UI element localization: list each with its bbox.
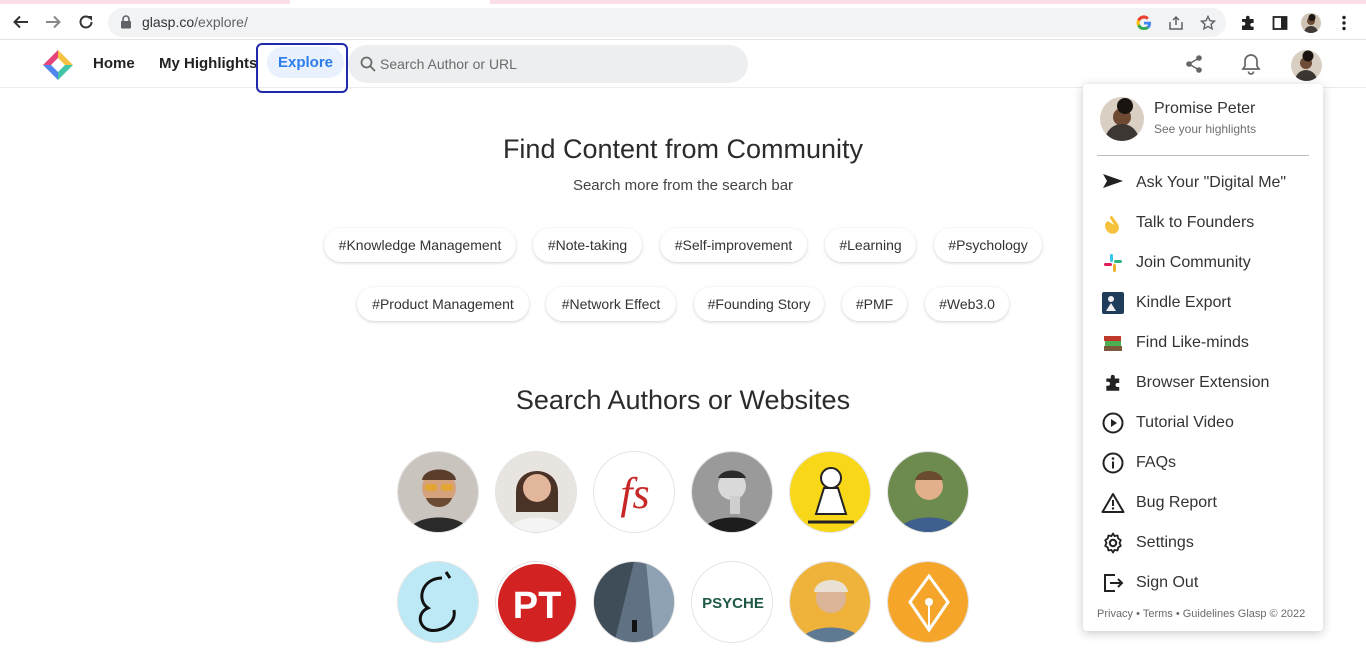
profile-avatar[interactable]	[1100, 97, 1144, 141]
tag-chip[interactable]: #Product Management	[357, 287, 529, 321]
browser-profile-avatar[interactable]	[1301, 13, 1321, 33]
svg-text:fs: fs	[620, 469, 649, 518]
forward-button[interactable]	[41, 10, 65, 34]
arrow-left-icon	[13, 15, 28, 29]
reload-icon	[79, 15, 93, 29]
search-input[interactable]	[380, 53, 730, 75]
warning-icon	[1100, 490, 1126, 516]
arrow-right-icon	[46, 15, 61, 29]
tag-chip[interactable]: #PMF	[842, 287, 907, 321]
tag-chip[interactable]: #Network Effect	[546, 287, 676, 321]
gear-icon	[1100, 530, 1126, 556]
tag-chip[interactable]: #Psychology	[934, 228, 1042, 262]
app-header: Home My Highlights Explore	[0, 41, 1366, 93]
bookmark-star-icon[interactable]	[1198, 13, 1218, 33]
page-subtitle: Search more from the search bar	[572, 177, 794, 194]
menu-item-tutorial-video[interactable]: Tutorial Video	[1100, 408, 1315, 438]
menu-divider	[1097, 155, 1309, 156]
back-button[interactable]	[9, 10, 33, 34]
waving-hand-icon	[1100, 210, 1126, 236]
author-avatar[interactable]	[397, 561, 479, 643]
menu-item-sign-out[interactable]: Sign Out	[1100, 568, 1315, 598]
menu-item-faqs[interactable]: FAQs	[1100, 448, 1315, 478]
nav-my-highlights[interactable]: My Highlights	[159, 55, 257, 72]
author-avatar[interactable]	[887, 451, 969, 533]
books-icon	[1100, 330, 1126, 356]
reload-button[interactable]	[74, 10, 98, 34]
glasp-logo-icon[interactable]	[42, 49, 74, 81]
profile-subtitle[interactable]: See your highlights	[1154, 122, 1256, 136]
share-page-icon[interactable]	[1166, 13, 1186, 33]
kindle-icon	[1100, 290, 1126, 316]
author-avatar[interactable]: PSYCHE	[691, 561, 773, 643]
sign-out-icon	[1100, 570, 1126, 596]
send-icon	[1100, 170, 1126, 196]
lock-icon	[121, 15, 131, 29]
svg-text:PSYCHE: PSYCHE	[702, 595, 764, 612]
bell-icon[interactable]	[1239, 52, 1263, 76]
side-panel-icon[interactable]	[1270, 13, 1290, 33]
tag-chip[interactable]: #Knowledge Management	[324, 228, 516, 262]
authors-section-title: Search Authors or Websites	[515, 385, 851, 415]
tag-chip[interactable]: #Self-improvement	[660, 228, 807, 262]
browser-toolbar: glasp.co/explore/	[0, 4, 1366, 40]
browser-menu-icon[interactable]	[1334, 13, 1354, 33]
author-avatar[interactable]	[887, 561, 969, 643]
account-dropdown-menu: Promise Peter See your highlights Ask Yo…	[1083, 84, 1323, 631]
search-bar[interactable]	[348, 45, 748, 83]
menu-footer-links[interactable]: Privacy • Terms • Guidelines Glasp © 202…	[1097, 608, 1305, 620]
info-icon	[1100, 450, 1126, 476]
menu-item-settings[interactable]: Settings	[1100, 528, 1315, 558]
menu-item-join-community[interactable]: Join Community	[1100, 248, 1315, 278]
tag-chip[interactable]: #Founding Story	[694, 287, 824, 321]
menu-item-digital-me[interactable]: Ask Your "Digital Me"	[1100, 168, 1315, 198]
menu-item-kindle-export[interactable]: Kindle Export	[1100, 288, 1315, 318]
tag-chip[interactable]: #Note-taking	[533, 228, 642, 262]
page-title: Find Content from Community	[502, 134, 864, 164]
tag-chip[interactable]: #Web3.0	[925, 287, 1009, 321]
author-avatar[interactable]	[691, 451, 773, 533]
extensions-puzzle-icon[interactable]	[1238, 13, 1258, 33]
author-avatar[interactable]	[495, 451, 577, 533]
author-avatar[interactable]	[789, 451, 871, 533]
author-avatar[interactable]	[789, 561, 871, 643]
menu-item-bug-report[interactable]: Bug Report	[1100, 488, 1315, 518]
svg-text:PT: PT	[513, 585, 562, 627]
tag-chip[interactable]: #Learning	[825, 228, 916, 262]
address-bar[interactable]: glasp.co/explore/	[108, 8, 1226, 37]
menu-item-browser-extension[interactable]: Browser Extension	[1100, 368, 1315, 398]
author-avatar[interactable]	[593, 561, 675, 643]
url-text: glasp.co/explore/	[142, 14, 248, 30]
nav-home[interactable]: Home	[93, 55, 135, 72]
share-icon[interactable]	[1182, 52, 1206, 76]
slack-icon	[1100, 250, 1126, 276]
menu-item-talk-to-founders[interactable]: Talk to Founders	[1100, 208, 1315, 238]
google-icon[interactable]	[1134, 13, 1154, 33]
user-avatar[interactable]	[1291, 50, 1322, 81]
menu-item-find-like-minds[interactable]: Find Like-minds	[1100, 328, 1315, 358]
puzzle-icon	[1100, 370, 1126, 396]
play-icon	[1100, 410, 1126, 436]
author-avatar[interactable]: fs	[593, 451, 675, 533]
author-avatar[interactable]: PT	[495, 561, 577, 643]
search-icon	[360, 56, 376, 72]
profile-name[interactable]: Promise Peter	[1154, 100, 1255, 118]
annotation-box	[256, 43, 348, 93]
author-avatar[interactable]	[397, 451, 479, 533]
